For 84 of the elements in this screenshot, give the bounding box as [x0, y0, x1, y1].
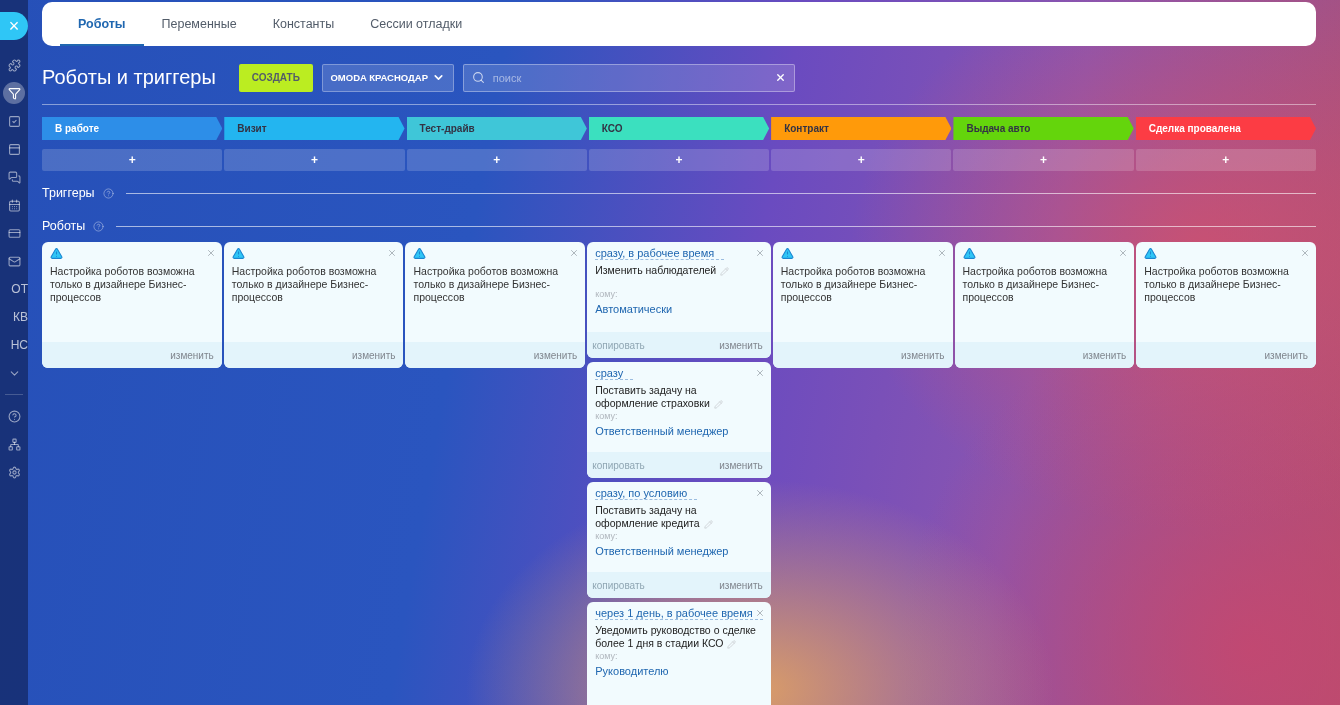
recipient-link[interactable]: Руководителю	[595, 665, 669, 677]
edit-link[interactable]: изменить	[719, 579, 763, 591]
edit-link[interactable]: изменить	[533, 349, 578, 361]
close-icon[interactable]	[754, 248, 765, 258]
search-icon	[471, 71, 485, 84]
edit-link[interactable]: изменить	[901, 349, 945, 361]
robot-title: Уведомить руководство о сделке более 1 дня в стадии КСО	[595, 624, 757, 650]
edit-link[interactable]: изменить	[1082, 349, 1127, 361]
close-icon[interactable]	[1118, 248, 1129, 258]
edit-link[interactable]: изменить	[719, 339, 763, 351]
warning-text: Настройка роботов возможна только в дизайнере Бизнес-процессов	[413, 265, 560, 304]
edit-link[interactable]: изменить	[1264, 349, 1308, 361]
section-title: Триггеры	[42, 186, 95, 200]
warning-icon	[780, 247, 794, 260]
add-button[interactable]: +	[224, 149, 405, 171]
warning-text: Настройка роботов возможна только в дизайнере Бизнес-процессов	[780, 265, 927, 304]
add-button[interactable]: +	[1135, 149, 1316, 171]
robot-title: Поставить задачу на оформление страховки	[595, 384, 763, 410]
warning-icon	[231, 247, 245, 260]
stage-tab[interactable]: КСО	[588, 117, 770, 140]
sidebar-item[interactable]: ОТ	[0, 278, 28, 300]
clear-icon[interactable]	[774, 72, 786, 83]
stage-tab[interactable]: Выдача авто	[953, 117, 1134, 140]
recipient-link[interactable]: Ответственный менеджер	[595, 545, 729, 557]
recipient-link[interactable]: Автоматически	[595, 303, 673, 315]
edit-link[interactable]: изменить	[351, 349, 396, 361]
section-title: Роботы	[42, 219, 86, 233]
close-icon[interactable]	[569, 248, 580, 258]
stage-tab[interactable]: Визит	[224, 117, 405, 140]
warning-icon	[1144, 247, 1158, 260]
recipient-label: кому:	[595, 411, 619, 421]
company-dropdown[interactable]: OMODA КРАСНОДАР	[321, 63, 454, 92]
warning-icon	[413, 247, 427, 260]
condition-link[interactable]: сразу, по условию	[595, 487, 698, 500]
pencil-icon[interactable]	[720, 266, 730, 276]
close-icon[interactable]	[205, 248, 216, 258]
close-icon[interactable]	[754, 368, 765, 378]
edit-link[interactable]: изменить	[719, 459, 763, 471]
add-button[interactable]: +	[953, 149, 1134, 171]
condition-link[interactable]: сразу, в рабочее время	[595, 247, 725, 260]
robot-title: Поставить задачу на оформление кредита	[595, 504, 763, 530]
sidebar-icon[interactable]	[3, 82, 25, 104]
tab[interactable]: Константы	[254, 2, 353, 46]
warning-icon	[962, 247, 976, 260]
close-icon[interactable]	[1300, 248, 1310, 258]
help-icon[interactable]	[93, 220, 105, 232]
warning-icon	[50, 247, 63, 260]
stage-tab[interactable]: В работе	[42, 117, 223, 140]
warning-text: Настройка роботов возможна только в дизайнере Бизнес-процессов	[1144, 265, 1290, 304]
tab[interactable]: Сессии отладки	[352, 2, 481, 46]
add-button[interactable]: +	[406, 149, 587, 171]
recipient-link[interactable]: Ответственный менеджер	[595, 425, 729, 437]
warning-text: Настройка роботов возможна только в дизайнере Бизнес-процессов	[962, 265, 1109, 304]
add-button[interactable]: +	[588, 149, 770, 171]
condition-link[interactable]: через 1 день, в рабочее время	[595, 607, 763, 620]
close-icon[interactable]	[754, 488, 765, 498]
recipient-label: кому:	[595, 651, 619, 661]
search-input[interactable]: поиск	[492, 64, 767, 91]
stage-tab[interactable]: Тест-драйв	[406, 117, 587, 140]
close-icon[interactable]	[387, 248, 398, 258]
robot-title: Изменить наблюдателей	[595, 264, 763, 277]
search-field[interactable]: поиск	[462, 63, 795, 92]
stage-tab[interactable]: Сделка провалена	[1135, 117, 1316, 140]
sidebar-item[interactable]: КВ	[0, 306, 28, 328]
pencil-icon[interactable]	[703, 519, 713, 529]
add-button[interactable]: +	[771, 149, 952, 171]
tab[interactable]: Роботы	[60, 2, 144, 46]
warning-text: Настройка роботов возможна только в дизайнере Бизнес-процессов	[50, 265, 196, 304]
stage-tab[interactable]: Контракт	[771, 117, 952, 140]
warning-text: Настройка роботов возможна только в дизайнере Бизнес-процессов	[231, 265, 378, 304]
tab[interactable]: Переменные	[143, 2, 255, 46]
add-button[interactable]: +	[42, 149, 223, 171]
recipient-label: кому:	[595, 531, 619, 541]
pencil-icon[interactable]	[727, 639, 737, 649]
page-title: Роботы и триггеры	[42, 66, 216, 89]
recipient-label: кому:	[595, 289, 619, 299]
close-icon[interactable]	[936, 248, 947, 258]
help-icon[interactable]	[102, 187, 114, 199]
sidebar-item[interactable]: НС	[0, 334, 28, 356]
edit-link[interactable]: изменить	[170, 349, 214, 361]
pencil-icon[interactable]	[713, 399, 723, 409]
close-icon[interactable]	[754, 608, 765, 618]
condition-link[interactable]: сразу	[595, 367, 634, 380]
create-button[interactable]: СОЗДАТЬ	[238, 63, 313, 92]
